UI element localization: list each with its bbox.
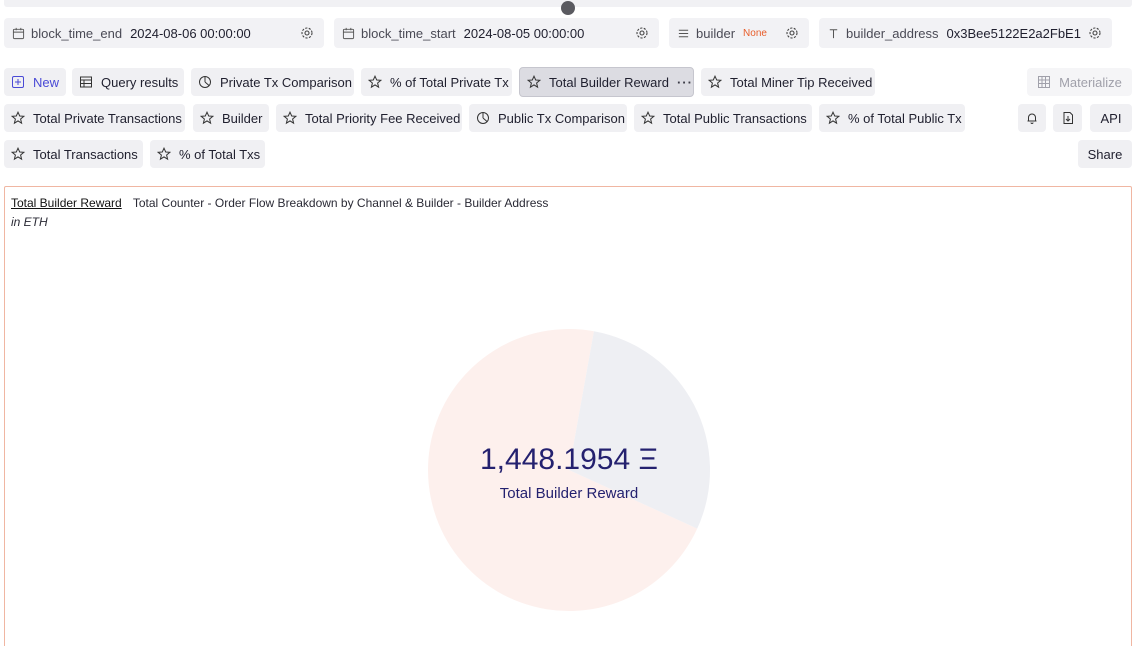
more-options-icon[interactable]: ··· [677, 75, 693, 90]
export-button[interactable] [1053, 104, 1082, 132]
tab-pct-total-txs[interactable]: % of Total Txs [150, 140, 265, 168]
param-value[interactable]: 0x3Bee5122E2a2FbE1 [947, 26, 1083, 41]
grid-icon [1038, 76, 1051, 88]
gear-icon[interactable] [300, 26, 314, 40]
tab-total-transactions[interactable]: Total Transactions [4, 140, 143, 168]
counter-label: Total Builder Reward [499, 485, 639, 502]
tab-new[interactable]: New [4, 68, 66, 96]
star-icon [368, 75, 382, 89]
materialize-button[interactable]: Materialize [1027, 68, 1132, 96]
tab-label: Builder [222, 110, 263, 126]
param-block-time-end[interactable]: block_time_end 2024-08-06 00:00:00 [4, 18, 324, 48]
tab-label: Private Tx Comparison [220, 74, 352, 90]
param-name: builder_address [846, 25, 939, 41]
panel-title-sub: Total Counter - Order Flow Breakdown by … [132, 196, 549, 210]
tab-total-private-transactions[interactable]: Total Private Transactions [4, 104, 185, 132]
star-icon [283, 111, 297, 125]
bell-icon [1027, 113, 1037, 124]
tab-total-priority-fee-received[interactable]: Total Priority Fee Received [276, 104, 462, 132]
panel-title: Total Builder Reward Total Counter - Ord… [11, 196, 548, 210]
tab-total-builder-reward[interactable]: Total Builder Reward ··· [519, 67, 694, 97]
tab-total-miner-tip-received[interactable]: Total Miner Tip Received [701, 68, 875, 96]
plus-square-icon [12, 76, 24, 88]
materialize-label: Materialize [1059, 74, 1122, 90]
tab-label: Total Priority Fee Received [305, 110, 461, 126]
calendar-icon [342, 27, 355, 39]
share-label: Share [1087, 146, 1123, 162]
tab-label: % of Total Txs [179, 146, 261, 162]
param-name: builder [696, 25, 736, 41]
panel-caption: in ETH [11, 215, 48, 229]
gear-icon[interactable] [635, 26, 649, 40]
pie-chart-icon [199, 76, 211, 88]
tab-label: Total Transactions [33, 146, 138, 162]
tab-public-tx-comparison[interactable]: Public Tx Comparison [469, 104, 627, 132]
tab-label: Public Tx Comparison [498, 110, 625, 126]
star-icon [708, 75, 722, 89]
tab-total-public-transactions[interactable]: Total Public Transactions [634, 104, 812, 132]
api-button[interactable]: API [1090, 104, 1132, 132]
panel-title-main[interactable]: Total Builder Reward [11, 196, 122, 210]
list-icon [678, 29, 689, 37]
table-icon [80, 76, 92, 88]
counter-value: 1,448.1954 Ξ [480, 443, 658, 476]
param-name: block_time_start [361, 25, 456, 41]
gear-icon[interactable] [1088, 26, 1102, 40]
tab-label: Query results [101, 74, 179, 90]
tab-pct-total-private-tx[interactable]: % of Total Private Tx [361, 68, 512, 96]
tab-label: % of Total Public Tx [848, 110, 962, 126]
star-icon [200, 111, 214, 125]
api-label: API [1100, 110, 1122, 126]
tab-label: Total Public Transactions [663, 110, 807, 126]
visualization-panel: Total Builder Reward Total Counter - Ord… [4, 186, 1132, 646]
tab-label: % of Total Private Tx [390, 74, 509, 90]
tab-private-tx-comparison[interactable]: Private Tx Comparison [191, 68, 354, 96]
param-name: block_time_end [31, 25, 123, 41]
pie-chart-icon [477, 112, 489, 124]
tab-label: New [33, 74, 60, 90]
alert-button[interactable] [1018, 104, 1046, 132]
text-icon [829, 28, 838, 38]
param-builder-address[interactable]: builder_address 0x3Bee5122E2a2FbE1 [819, 18, 1112, 48]
param-value[interactable]: 2024-08-06 00:00:00 [130, 26, 251, 41]
tab-label: Total Builder Reward [549, 74, 669, 90]
calendar-icon [12, 27, 25, 39]
share-button[interactable]: Share [1078, 140, 1132, 168]
star-icon [11, 111, 25, 125]
star-icon [826, 111, 840, 125]
star-icon [527, 75, 541, 89]
param-block-time-start[interactable]: block_time_start 2024-08-05 00:00:00 [334, 18, 659, 48]
tab-builder[interactable]: Builder [193, 104, 269, 132]
tab-pct-total-public-tx[interactable]: % of Total Public Tx [819, 104, 965, 132]
param-builder[interactable]: builder None [669, 18, 809, 48]
star-icon [641, 111, 655, 125]
star-icon [11, 147, 25, 161]
param-value-none[interactable]: None [743, 28, 767, 39]
tab-label: Total Private Transactions [33, 110, 182, 126]
star-icon [157, 147, 171, 161]
tab-query-results[interactable]: Query results [72, 68, 184, 96]
gear-icon[interactable] [785, 26, 799, 40]
drag-handle[interactable] [561, 1, 575, 15]
param-value[interactable]: 2024-08-05 00:00:00 [464, 26, 585, 41]
tab-label: Total Miner Tip Received [730, 74, 873, 90]
file-export-icon [1063, 112, 1073, 124]
